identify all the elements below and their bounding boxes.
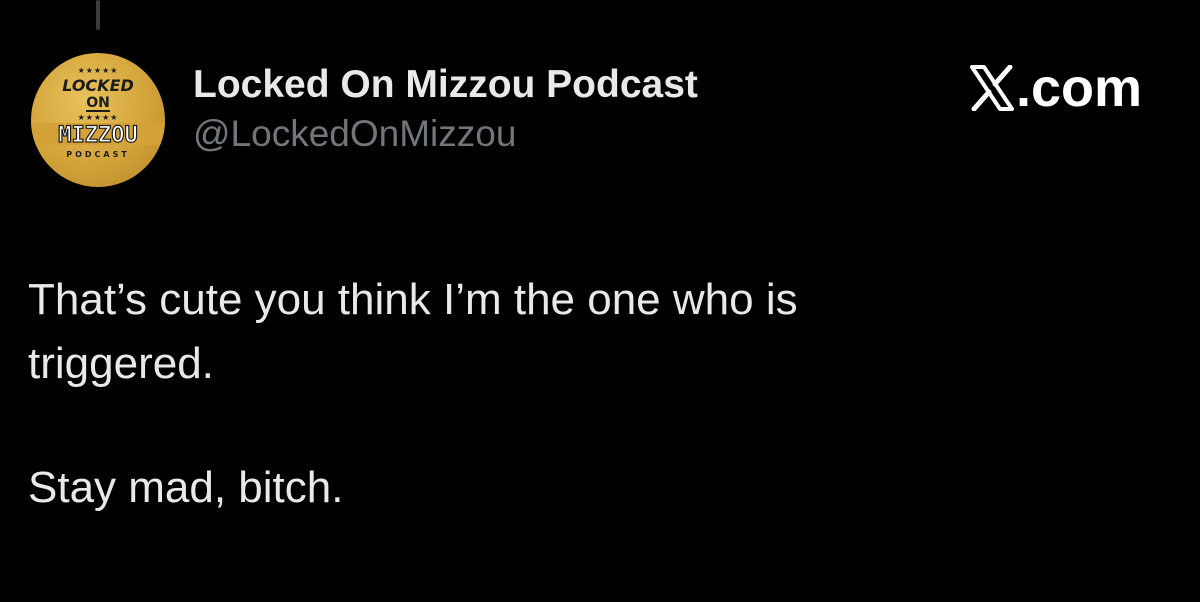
brand-domain-label: .com: [1015, 58, 1142, 118]
thread-connector-line: [96, 0, 100, 30]
user-info: Locked On Mizzou Podcast @LockedOnMizzou: [193, 60, 698, 158]
tweet-line: triggered.: [28, 339, 214, 388]
display-name[interactable]: Locked On Mizzou Podcast: [193, 60, 698, 110]
avatar[interactable]: ★★★★★ LOCKED ON ★★★★★ MIZZOU PODCAST: [31, 53, 165, 187]
avatar-text-podcast: PODCAST: [66, 150, 130, 159]
x-brand-watermark: .com: [969, 58, 1142, 118]
avatar-text-mizzou: MIZZOU: [58, 123, 137, 148]
tweet-text: That’s cute you think I’m the one who is…: [28, 268, 1148, 520]
svg-text:★★★★★: ★★★★★: [78, 66, 119, 75]
user-handle[interactable]: @LockedOnMizzou: [193, 110, 698, 158]
svg-text:★★★★★: ★★★★★: [78, 113, 119, 122]
tweet-line: Stay mad, bitch.: [28, 463, 344, 512]
locked-on-mizzou-logo-icon: ★★★★★ LOCKED ON ★★★★★ MIZZOU PODCAST: [31, 66, 165, 159]
x-logo-icon: [969, 65, 1014, 111]
avatar-text-locked: LOCKED: [62, 76, 134, 95]
tweet-line: That’s cute you think I’m the one who is: [28, 275, 798, 324]
avatar-text-on: ON: [86, 95, 110, 111]
